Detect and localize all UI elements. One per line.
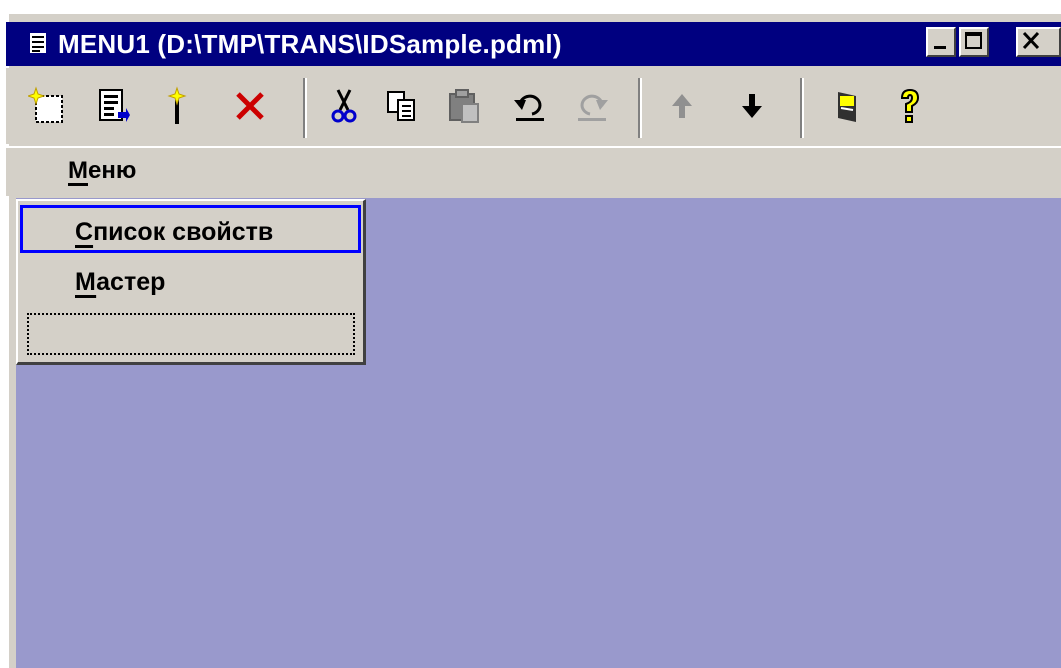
wizard-mnemonic: М [75,268,97,296]
properties-button[interactable] [90,82,134,130]
redo-icon [578,94,608,121]
property-list-label: писок свойств [93,218,274,246]
popup-item-new-placeholder[interactable] [27,313,355,355]
move-up-button[interactable] [660,82,704,130]
close-button[interactable] [1016,27,1061,57]
redo-button[interactable] [570,82,614,130]
delete-button[interactable] [228,82,272,130]
help-button[interactable] [888,82,932,130]
copy-button[interactable] [380,82,424,130]
toolbar-separator [303,78,307,138]
preview-icon [838,92,856,122]
popup-item-wizard[interactable]: Мастер [20,258,361,306]
move-down-button[interactable] [730,82,774,130]
wizard-label: астер [96,268,166,296]
close-icon [1022,31,1040,50]
undo-button[interactable] [508,82,552,130]
cut-button[interactable] [322,82,366,130]
minimize-button[interactable] [926,27,956,57]
paste-icon [449,89,479,123]
new-item-button[interactable] [26,82,70,130]
move-down-icon [742,94,762,118]
toolbar-separator [800,78,804,138]
paste-button[interactable] [442,82,486,130]
maximize-icon [965,32,982,49]
properties-icon [99,89,130,122]
undo-icon [514,94,544,121]
document-icon[interactable] [30,33,46,53]
minimize-icon [934,46,946,49]
menu-label: еню [88,157,137,184]
menu-menu[interactable]: Меню [68,152,136,190]
property-list-mnemonic: С [75,218,94,246]
preview-button[interactable] [826,82,870,130]
popup-item-property-list[interactable]: Список свойств [20,205,361,253]
menu-bar [6,146,1061,196]
wizard-button[interactable] [156,82,200,130]
cut-icon [331,89,357,123]
move-up-icon [672,94,692,118]
maximize-button[interactable] [959,27,989,57]
help-icon [900,88,920,123]
menu-mnemonic: М [68,157,88,184]
toolbar-separator [638,78,642,138]
delete-icon [236,92,264,120]
window-title: MENU1 (D:\TMP\TRANS\IDSample.pdml) [58,29,562,59]
copy-icon [387,91,415,121]
new-item-icon [28,86,63,123]
wizard-wand-icon [167,86,187,124]
